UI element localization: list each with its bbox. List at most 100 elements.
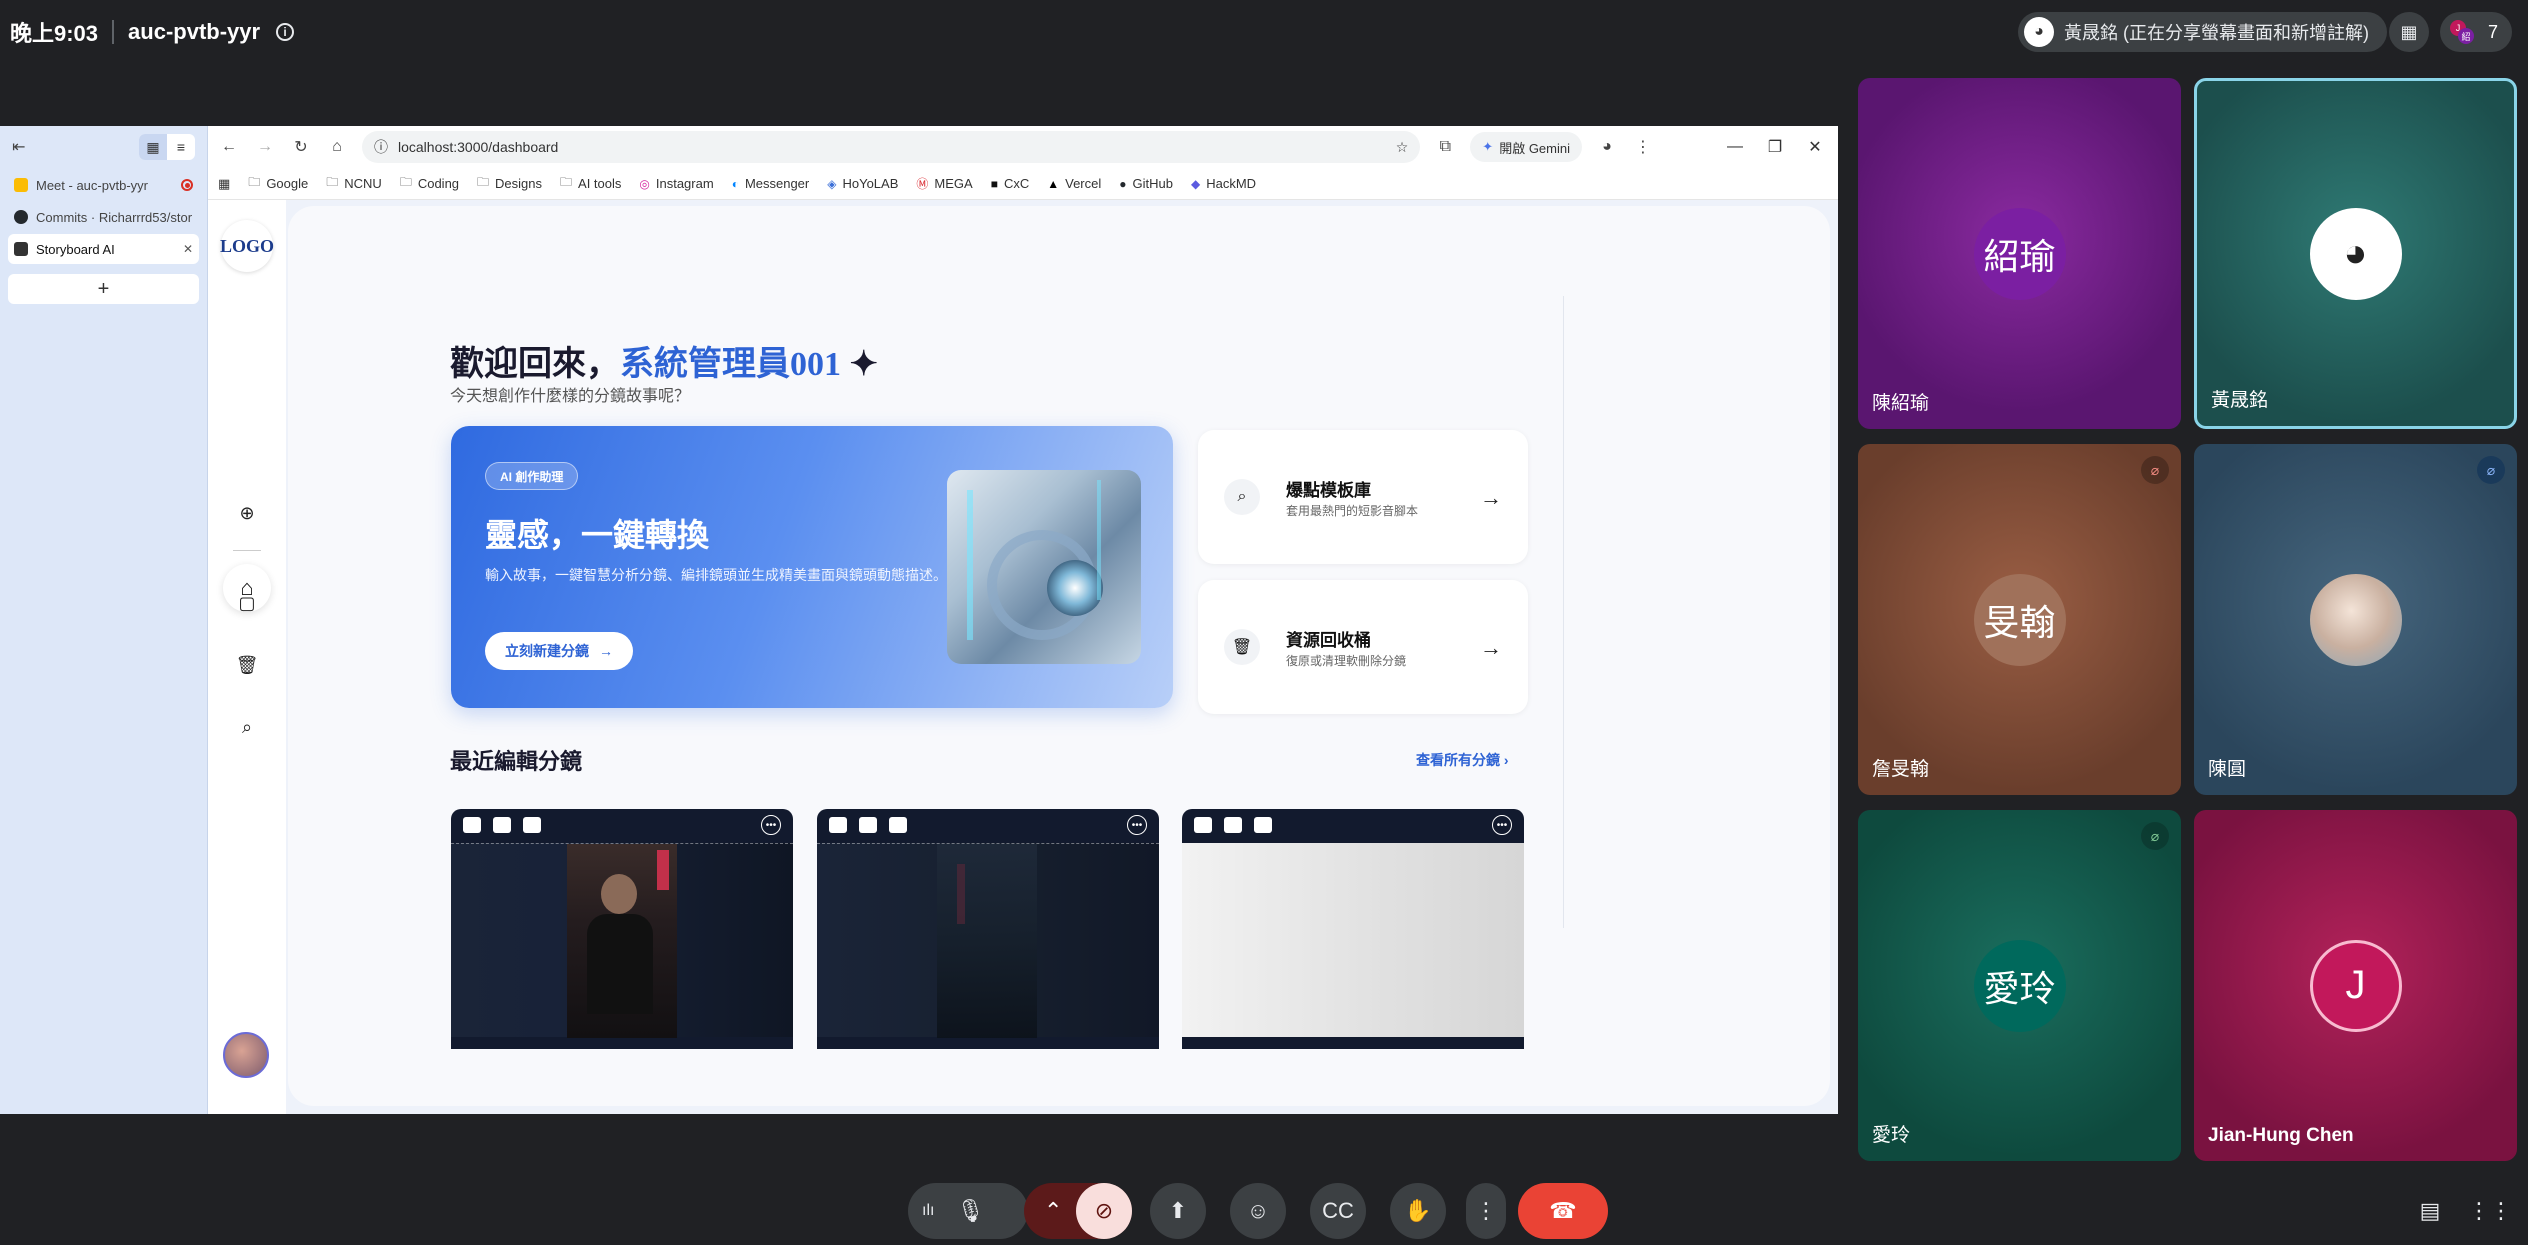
forward-icon[interactable]: →	[254, 138, 276, 156]
trash-nav-icon[interactable]: 🗑	[233, 651, 261, 679]
bookmark-label: NCNU	[344, 176, 382, 191]
add-icon[interactable]: ⊕	[233, 499, 261, 527]
participant-tile-active-speaker[interactable]: ◕ 黃晟銘	[2194, 78, 2517, 429]
hero-title: 靈感，一鍵轉換	[485, 517, 710, 553]
vertical-tabs-panel: ⇤ ▦ ≡ Meet - auc-pvtb-yyr Commits · Rich…	[0, 126, 208, 1114]
template-library-card[interactable]: ⌕ 爆點模板庫 套用最熱門的短影音腳本 →	[1198, 430, 1528, 564]
participant-tile[interactable]: ⌀ 旻翰 詹旻翰	[1858, 444, 2181, 795]
minimize-icon[interactable]: —	[1722, 138, 1748, 156]
bookmark-designs[interactable]: 🗀 Designs	[477, 173, 542, 194]
profile-icon[interactable]: ◕	[1596, 138, 1618, 156]
bookmark-google[interactable]: 🗀 Google	[248, 173, 308, 194]
storyboard-card[interactable]: •••	[817, 809, 1159, 1049]
captions-icon[interactable]: CC	[1310, 1183, 1366, 1239]
chat-icon[interactable]: ▤	[2402, 1183, 2458, 1239]
card-description: 套用最熱門的短影音腳本	[1286, 504, 1419, 518]
storyboard-card[interactable]: •••	[1182, 809, 1524, 1049]
frame-thumb-icon	[463, 817, 481, 833]
reload-icon[interactable]: ↻	[290, 137, 312, 157]
raise-hand-icon[interactable]: ✋	[1390, 1183, 1446, 1239]
participant-name: 愛玲	[1872, 1125, 1911, 1146]
bookmark-star-icon[interactable]: ☆	[1396, 139, 1409, 156]
restore-icon[interactable]: ❐	[1762, 137, 1788, 157]
leave-call-icon[interactable]: ☎	[1518, 1183, 1608, 1239]
search-nav-icon[interactable]: ⌕	[233, 713, 261, 741]
meeting-code: auc-pvtb-yyr	[128, 19, 261, 44]
people-button[interactable]: J 紹 7	[2440, 12, 2512, 52]
more-options-icon[interactable]: ⋮	[1466, 1183, 1506, 1239]
bookmark-instagram[interactable]: ◎ Instagram	[639, 176, 713, 191]
tab-search-icon[interactable]: ≡	[167, 134, 195, 160]
clapperboard-icon	[14, 242, 28, 256]
camera-off-icon[interactable]: ⊘	[1076, 1183, 1132, 1239]
bookmark-github[interactable]: ● GitHub	[1119, 176, 1173, 191]
gemini-button[interactable]: ✦ 開啟 Gemini	[1470, 132, 1582, 162]
recycle-bin-card[interactable]: 🗑 資源回收桶 復原或清理軟刪除分鏡 →	[1198, 580, 1528, 714]
extensions-icon[interactable]: ⧉	[1434, 138, 1456, 156]
participant-avatar: J	[2309, 939, 2402, 1032]
layout-icon[interactable]: ▦	[2389, 12, 2429, 52]
trash-icon: 🗑	[1224, 629, 1260, 665]
site-info-icon[interactable]: ⓘ	[374, 137, 388, 157]
microphone-icon[interactable]: 🎙	[956, 1198, 984, 1224]
bookmark-mega[interactable]: Ⓜ MEGA	[916, 175, 972, 192]
sparkle-icon: ✦	[849, 346, 879, 383]
participant-tile[interactable]: 紹瑜 陳紹瑜	[1858, 78, 2181, 429]
view-all-label: 查看所有分鏡	[1416, 752, 1500, 768]
app-logo[interactable]: LOGO	[220, 220, 274, 272]
camera-options-chevron-icon[interactable]: ⌃	[1044, 1198, 1062, 1224]
participant-name: 黃晟銘	[2211, 390, 2269, 411]
presenter-chip[interactable]: ◕ 黃晟銘 (正在分享螢幕畫面和新增註解)	[2018, 12, 2387, 52]
participant-name: Jian-Hung Chen	[2208, 1125, 2354, 1146]
bookmark-cxc[interactable]: ■ CxC	[991, 176, 1030, 191]
participant-tile[interactable]: ⌀ 愛玲 愛玲	[1858, 810, 2181, 1161]
activities-icon[interactable]: ⋮⋮	[2462, 1183, 2518, 1239]
storyboard-card[interactable]: •••	[451, 809, 793, 1049]
bookmark-vercel[interactable]: ▲ Vercel	[1047, 176, 1101, 191]
bookmark-label: AI tools	[578, 176, 622, 191]
frame-thumb-icon	[859, 817, 877, 833]
close-window-icon[interactable]: ✕	[1802, 137, 1828, 157]
info-icon[interactable]: i	[276, 23, 295, 41]
present-screen-icon[interactable]: ⬆	[1150, 1183, 1206, 1239]
collapse-panel-icon[interactable]: ⇤	[12, 137, 25, 157]
tab-meet[interactable]: Meet - auc-pvtb-yyr	[8, 170, 199, 200]
create-storyboard-button[interactable]: 立刻新建分鏡 →	[485, 632, 633, 670]
url-text: localhost:3000/dashboard	[398, 139, 559, 155]
apps-grid-icon[interactable]: ▦	[218, 176, 230, 192]
bookmark-coding[interactable]: 🗀 Coding	[400, 173, 459, 194]
bookmark-messenger[interactable]: ◐ Messenger	[732, 176, 810, 191]
address-bar[interactable]: ⓘ localhost:3000/dashboard ☆	[362, 131, 1421, 163]
tab-grid-icon[interactable]: ▦	[139, 134, 167, 160]
tab-title: Storyboard AI	[36, 241, 115, 257]
mic-control-group: ılı 🎙	[908, 1183, 1028, 1239]
rail-divider	[233, 550, 261, 551]
card-description: 復原或清理軟刪除分鏡	[1286, 654, 1407, 668]
tab-storyboard-ai[interactable]: Storyboard AI ✕	[8, 234, 199, 264]
vercel-icon: ▲	[1047, 176, 1060, 191]
back-icon[interactable]: ←	[218, 138, 240, 156]
bookmark-ai-tools[interactable]: 🗀 AI tools	[560, 173, 621, 194]
emoji-reaction-icon[interactable]: ☺	[1230, 1183, 1286, 1239]
more-options-icon[interactable]: •••	[761, 815, 781, 835]
bookmark-label: Messenger	[744, 176, 810, 191]
bookmark-ncnu[interactable]: 🗀 NCNU	[326, 173, 382, 194]
new-tab-button[interactable]: +	[8, 274, 199, 304]
divider	[112, 20, 115, 44]
menu-icon[interactable]: ⋮	[1632, 137, 1654, 157]
more-options-icon[interactable]: •••	[1492, 815, 1512, 835]
more-options-icon[interactable]: •••	[1127, 815, 1147, 835]
card-title: 資源回收桶	[1286, 631, 1371, 650]
bookmark-hoyolab[interactable]: ◈ HoYoLAB	[827, 176, 898, 191]
close-tab-icon[interactable]: ✕	[183, 242, 193, 256]
documents-icon[interactable]: ▢	[233, 589, 261, 617]
tab-commits[interactable]: Commits · Richarrrd53/stor	[8, 202, 199, 232]
bookmark-hackmd[interactable]: ◆ HackMD	[1191, 176, 1256, 191]
arrow-right-icon: →	[599, 643, 613, 659]
participant-tile[interactable]: J Jian-Hung Chen	[2194, 810, 2517, 1161]
user-avatar[interactable]	[223, 1032, 269, 1078]
home-icon[interactable]: ⌂	[326, 138, 348, 156]
participant-tile[interactable]: ⌀ 陳圓	[2194, 444, 2517, 795]
view-all-storyboards-link[interactable]: 查看所有分鏡 ›	[1416, 750, 1509, 770]
folder-icon: 🗀	[477, 175, 490, 189]
